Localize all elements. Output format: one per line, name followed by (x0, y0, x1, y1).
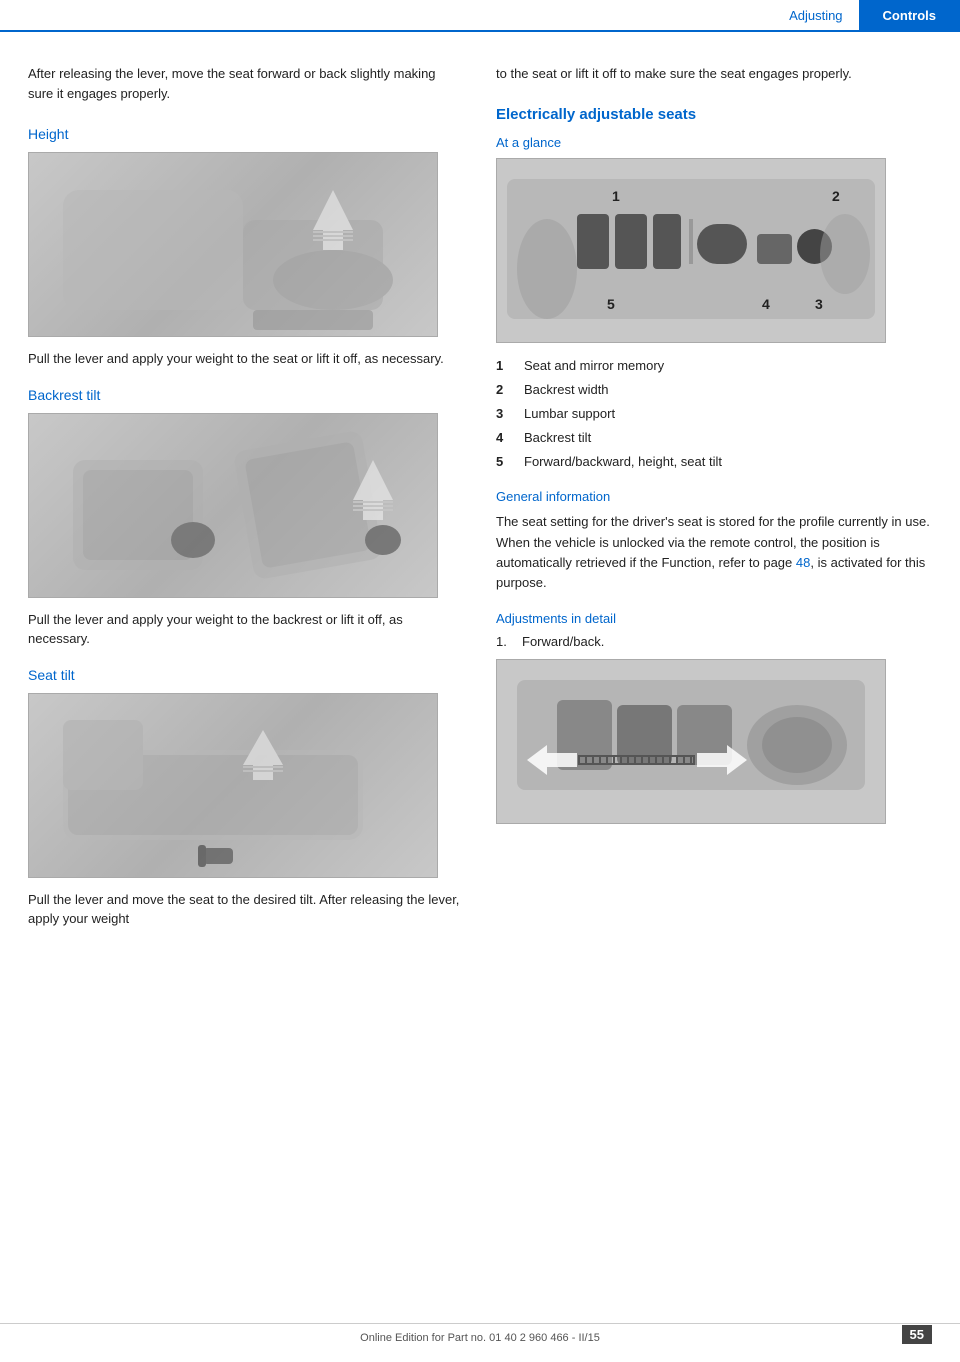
seat-diagram-image: 1 2 3 4 5 (496, 158, 886, 343)
page-number: 55 (902, 1325, 932, 1344)
at-glance-heading: At a glance (496, 135, 932, 150)
left-column: After releasing the lever, move the seat… (28, 64, 488, 947)
electrically-adjustable-heading: Electrically adjustable seats (496, 106, 932, 123)
list-label-5: Forward/backward, height, seat tilt (524, 453, 722, 472)
list-label-3: Lumbar support (524, 405, 615, 424)
footer-text: Online Edition for Part no. 01 40 2 960 … (360, 1332, 600, 1344)
adjustment-item-1: 1. Forward/back. (496, 634, 932, 649)
general-info-text: The seat setting for the driver's seat i… (496, 512, 932, 593)
header-controls: Controls (859, 0, 960, 31)
adj-num-1: 1. (496, 634, 514, 649)
main-content: After releasing the lever, move the seat… (0, 32, 960, 967)
list-item-3: 3 Lumbar support (496, 405, 932, 424)
list-label-1: Seat and mirror memory (524, 357, 664, 376)
seat-tilt-image (28, 693, 438, 878)
backrest-image (28, 413, 438, 598)
seat-tilt-heading: Seat tilt (28, 667, 464, 683)
general-info-heading: General information (496, 489, 932, 504)
header-adjusting: Adjusting (773, 0, 858, 31)
header-bar: Adjusting Controls (0, 0, 960, 32)
backrest-heading: Backrest tilt (28, 387, 464, 403)
svg-text:3: 3 (815, 296, 823, 312)
svg-text:2: 2 (832, 188, 840, 204)
svg-text:1: 1 (612, 188, 620, 204)
seat-tilt-caption: Pull the lever and move the seat to the … (28, 890, 464, 929)
right-intro-text: to the seat or lift it off to make sure … (496, 64, 932, 84)
list-label-2: Backrest width (524, 381, 609, 400)
height-image (28, 152, 438, 337)
left-intro-text: After releasing the lever, move the seat… (28, 64, 464, 104)
height-caption: Pull the lever and apply your weight to … (28, 349, 464, 369)
list-num-5: 5 (496, 453, 512, 472)
list-item-2: 2 Backrest width (496, 381, 932, 400)
list-num-3: 3 (496, 405, 512, 424)
height-heading: Height (28, 126, 464, 142)
forward-back-image (496, 659, 886, 824)
footer: Online Edition for Part no. 01 40 2 960 … (0, 1323, 960, 1344)
right-column: to the seat or lift it off to make sure … (488, 64, 932, 947)
list-item-4: 4 Backrest tilt (496, 429, 932, 448)
numbered-list: 1 Seat and mirror memory 2 Backrest widt… (496, 357, 932, 471)
backrest-caption: Pull the lever and apply your weight to … (28, 610, 464, 649)
svg-text:4: 4 (762, 296, 770, 312)
list-num-4: 4 (496, 429, 512, 448)
adj-label-1: Forward/back. (522, 634, 604, 649)
adjustments-list: 1. Forward/back. (496, 634, 932, 649)
page-48-link[interactable]: 48 (796, 555, 810, 570)
adjustments-heading: Adjustments in detail (496, 611, 932, 626)
svg-text:5: 5 (607, 296, 615, 312)
list-num-1: 1 (496, 357, 512, 376)
list-num-2: 2 (496, 381, 512, 400)
list-item-1: 1 Seat and mirror memory (496, 357, 932, 376)
list-label-4: Backrest tilt (524, 429, 591, 448)
list-item-5: 5 Forward/backward, height, seat tilt (496, 453, 932, 472)
